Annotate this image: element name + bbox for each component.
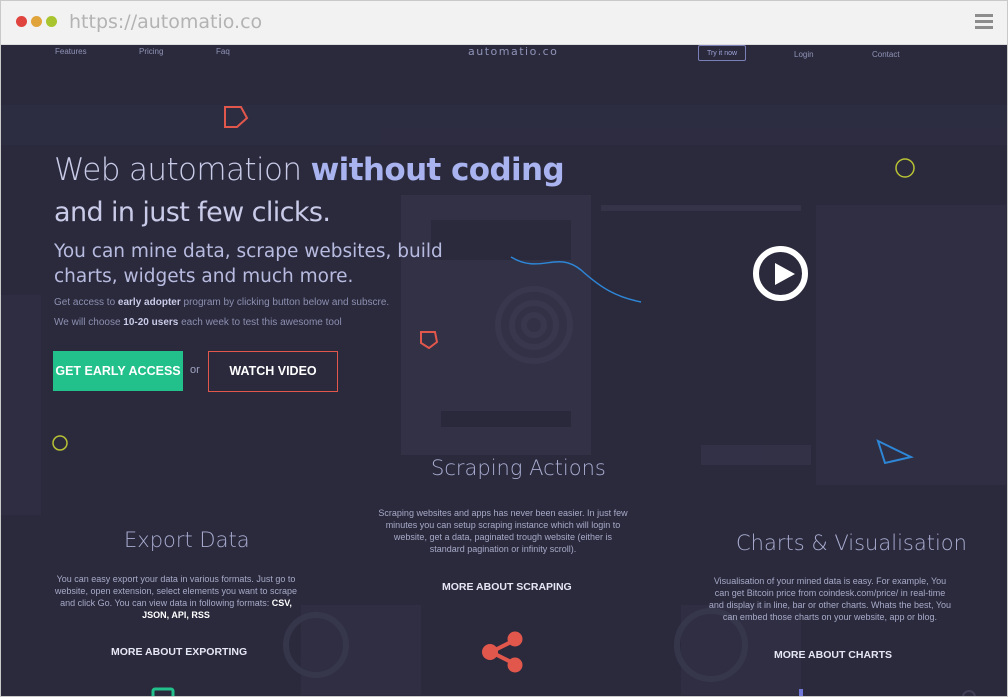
address-bar-url[interactable]: https://automatio.co — [69, 11, 262, 33]
hero-title-line-2: and in just few clicks. — [54, 197, 331, 228]
hero-title-highlight: without coding — [310, 152, 565, 188]
scraping-title: Scraping Actions — [431, 456, 606, 480]
get-early-access-button[interactable]: GET EARLY ACCESS — [53, 351, 183, 391]
charts-icon — [799, 689, 803, 696]
hamburger-menu-icon[interactable] — [975, 14, 993, 30]
nav-link-faq[interactable]: Faq — [216, 47, 230, 56]
export-icon — [151, 687, 175, 696]
or-label: or — [190, 364, 200, 376]
hero-note-2: We will choose 10-20 users each week to … — [54, 317, 342, 328]
hero-note-1: Get access to early adopter program by c… — [54, 297, 390, 308]
page-content: Features Pricing Faq automatio.co Try it… — [1, 45, 1007, 696]
maximize-window-dot[interactable] — [46, 16, 57, 27]
hero-title-part-a: Web automation — [54, 152, 311, 188]
play-video-icon[interactable] — [753, 246, 808, 301]
browser-window: https://automatio.co Features Pricing Fa… — [0, 0, 1008, 697]
more-about-scraping-link[interactable]: MORE ABOUT SCRAPING — [442, 581, 572, 593]
more-about-charts-link[interactable]: MORE ABOUT CHARTS — [774, 649, 892, 661]
hero-title: Web automation without coding — [54, 152, 565, 188]
minimize-window-dot[interactable] — [31, 16, 42, 27]
more-about-exporting-link[interactable]: MORE ABOUT EXPORTING — [111, 646, 247, 658]
watch-video-button[interactable]: WATCH VIDEO — [208, 351, 338, 392]
close-window-dot[interactable] — [16, 16, 27, 27]
nav-link-features[interactable]: Features — [55, 47, 87, 56]
hero-subtitle: You can mine data, scrape websites, buil… — [54, 241, 443, 287]
try-it-now-button[interactable]: Try it now — [698, 45, 746, 61]
share-icon — [482, 631, 523, 673]
site-logo[interactable]: automatio.co — [468, 45, 558, 58]
nav-link-login[interactable]: Login — [794, 50, 814, 59]
export-text: You can easy export your data in various… — [54, 574, 298, 620]
charts-text: Visualisation of your mined data is easy… — [708, 576, 952, 622]
nav-link-contact[interactable]: Contact — [872, 50, 900, 59]
export-title: Export Data — [124, 528, 250, 552]
charts-title: Charts & Visualisation — [736, 531, 967, 555]
nav-link-pricing[interactable]: Pricing — [139, 47, 163, 56]
scraping-text: Scraping websites and apps has never bee… — [378, 508, 628, 554]
browser-toolbar: https://automatio.co — [1, 1, 1007, 45]
